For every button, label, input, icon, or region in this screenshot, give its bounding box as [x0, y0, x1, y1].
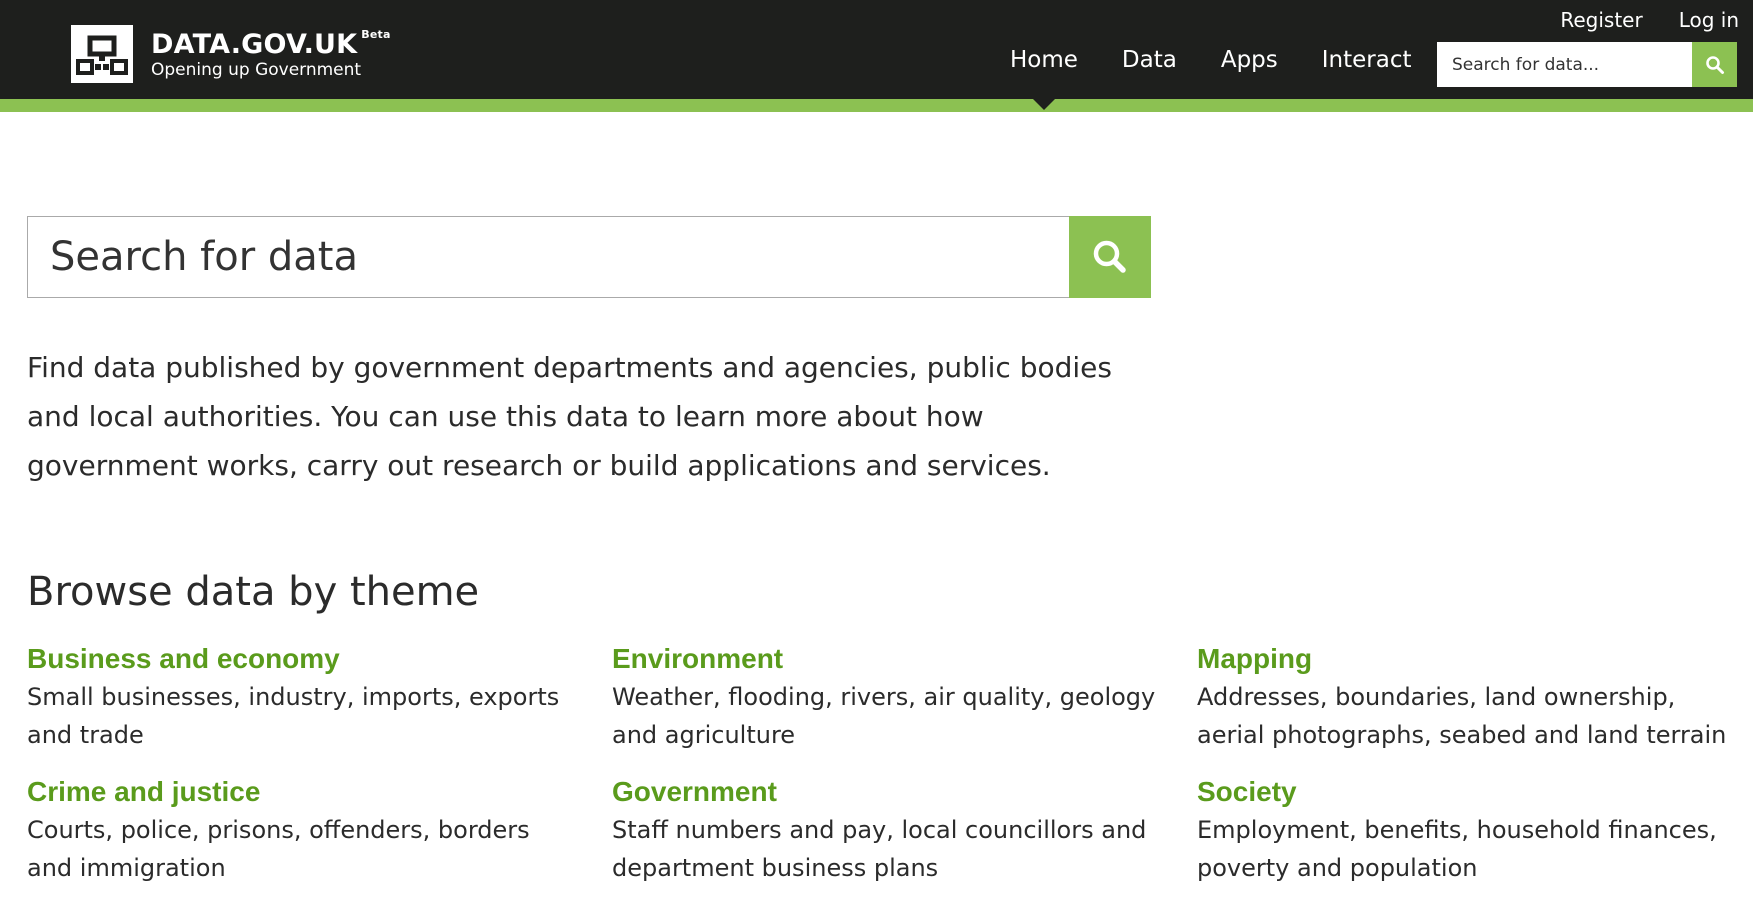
logo-title-text: DATA.GOV.UK	[151, 29, 358, 60]
intro-text: Find data published by government depart…	[27, 351, 1112, 482]
main-search-button[interactable]	[1069, 216, 1151, 298]
theme-description: Addresses, boundaries, land ownership, a…	[1197, 683, 1727, 749]
header-search-button[interactable]	[1692, 42, 1737, 87]
browse-heading: Browse data by theme	[27, 569, 480, 615]
logo-title: DATA.GOV.UK Beta	[151, 28, 391, 62]
theme-description: Employment, benefits, household finances…	[1197, 816, 1717, 882]
header-search	[1437, 42, 1737, 87]
theme-item: Mapping Addresses, boundaries, land owne…	[1197, 640, 1753, 754]
theme-link-crime-justice[interactable]: Crime and justice	[27, 773, 612, 811]
theme-item: Society Employment, benefits, household …	[1197, 773, 1753, 887]
theme-item: Environment Weather, flooding, rivers, a…	[612, 640, 1197, 754]
logo-text: DATA.GOV.UK Beta Opening up Government	[151, 25, 391, 81]
header-search-input[interactable]	[1437, 42, 1692, 87]
data-gov-logo-icon	[71, 25, 133, 83]
theme-description: Staff numbers and pay, local councillors…	[612, 816, 1147, 882]
theme-description: Courts, police, prisons, offenders, bord…	[27, 816, 530, 882]
active-nav-indicator	[1032, 99, 1055, 110]
nav-item-data[interactable]: Data	[1122, 45, 1177, 75]
search-icon	[1705, 55, 1724, 74]
nav-item-apps[interactable]: Apps	[1221, 45, 1278, 75]
nav-item-interact[interactable]: Interact	[1322, 45, 1412, 75]
login-link[interactable]: Log in	[1679, 8, 1739, 32]
theme-link-environment[interactable]: Environment	[612, 640, 1197, 678]
theme-item: Business and economy Small businesses, i…	[27, 640, 612, 754]
theme-link-business-economy[interactable]: Business and economy	[27, 640, 612, 678]
header-accent-bar	[0, 99, 1753, 112]
search-icon	[1093, 240, 1126, 273]
theme-description: Weather, flooding, rivers, air quality, …	[612, 683, 1156, 749]
theme-link-mapping[interactable]: Mapping	[1197, 640, 1753, 678]
theme-link-society[interactable]: Society	[1197, 773, 1753, 811]
main-nav: Home Data Apps Interact	[1010, 45, 1456, 75]
beta-badge: Beta	[361, 28, 391, 41]
theme-link-government[interactable]: Government	[612, 773, 1197, 811]
theme-grid: Business and economy Small businesses, i…	[27, 640, 1747, 887]
site-header: DATA.GOV.UK Beta Opening up Government R…	[0, 0, 1753, 112]
theme-item: Government Staff numbers and pay, local …	[612, 773, 1197, 887]
logo-subtitle: Opening up Government	[151, 60, 362, 80]
nav-item-home[interactable]: Home	[1010, 45, 1078, 75]
main-search	[27, 216, 1151, 298]
main-search-input[interactable]	[27, 216, 1070, 298]
register-link[interactable]: Register	[1560, 8, 1642, 32]
theme-description: Small businesses, industry, imports, exp…	[27, 683, 560, 749]
site-logo[interactable]: DATA.GOV.UK Beta Opening up Government	[71, 25, 391, 83]
theme-item: Crime and justice Courts, police, prison…	[27, 773, 612, 887]
user-links: Register Log in	[1560, 8, 1739, 32]
